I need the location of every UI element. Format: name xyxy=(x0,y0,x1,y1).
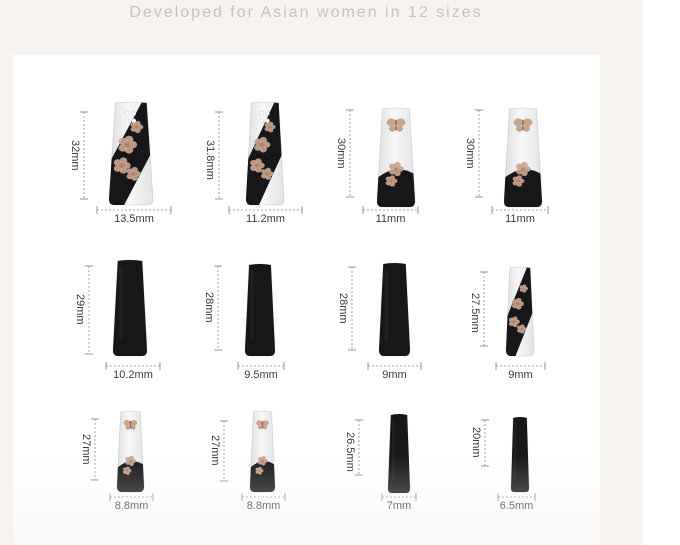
width-label: 6.5mm xyxy=(499,500,534,512)
dimension-guides xyxy=(481,419,536,501)
length-label: 20mm xyxy=(470,427,482,458)
